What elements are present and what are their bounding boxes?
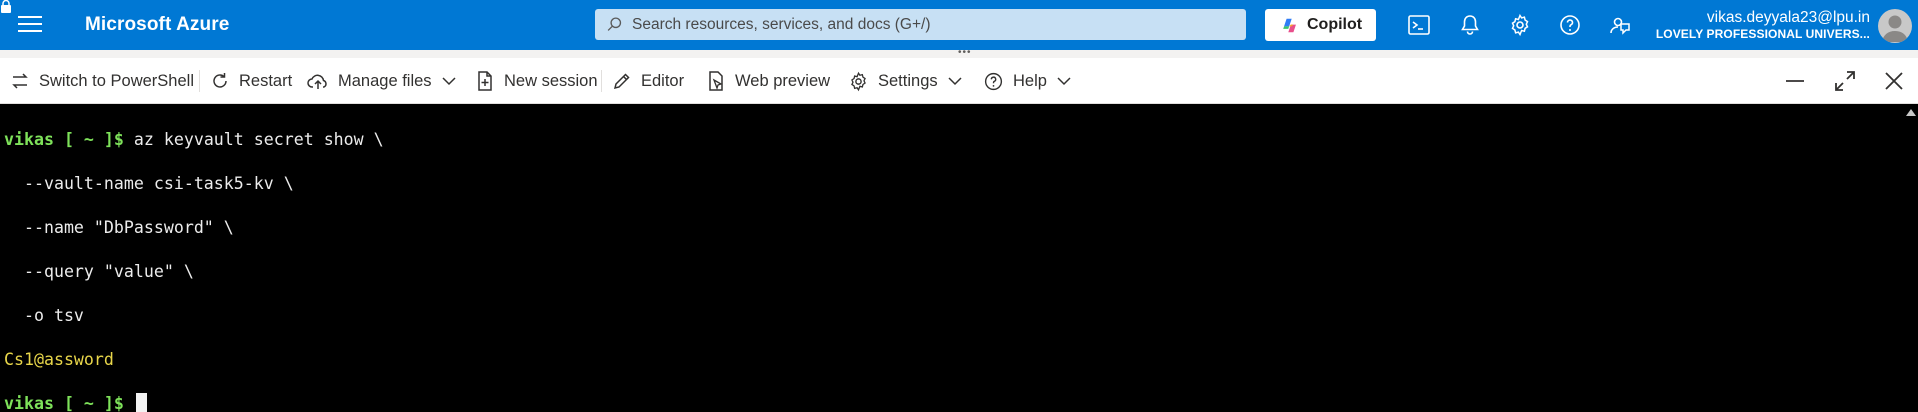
command-text: --query "value" \ bbox=[4, 262, 194, 281]
copilot-label: Copilot bbox=[1307, 16, 1363, 33]
web-preview-label: Web preview bbox=[735, 71, 831, 90]
command-text: az keyvault secret show \ bbox=[123, 130, 384, 149]
azure-top-bar: Microsoft Azure Search resources, servic… bbox=[0, 0, 1918, 50]
terminal-line: -o tsv bbox=[4, 305, 1904, 327]
settings-button[interactable]: Settings bbox=[848, 58, 962, 104]
command-output: Cs1@assword bbox=[4, 350, 114, 369]
command-text: -o tsv bbox=[4, 306, 84, 325]
bell-icon[interactable] bbox=[1458, 13, 1482, 37]
terminal-cursor[interactable] bbox=[135, 393, 147, 412]
manage-files-label: Manage files bbox=[338, 71, 432, 90]
shell-prompt: vikas [ ~ ]$ bbox=[4, 130, 124, 149]
brand-title[interactable]: Microsoft Azure bbox=[85, 14, 229, 36]
settings-label: Settings bbox=[878, 71, 938, 90]
close-icon[interactable] bbox=[1882, 69, 1906, 93]
restart-icon bbox=[213, 73, 227, 88]
help-icon[interactable] bbox=[1558, 13, 1582, 37]
new-session-icon bbox=[478, 71, 492, 91]
editor-label: Editor bbox=[641, 71, 685, 90]
web-preview-button[interactable]: Web preview bbox=[706, 58, 830, 104]
terminal-line: --name "DbPassword" \ bbox=[4, 217, 1904, 239]
manage-files-button[interactable]: Manage files bbox=[307, 58, 456, 104]
help-circle-icon bbox=[984, 72, 1003, 90]
cloud-upload-icon bbox=[307, 74, 327, 89]
user-name: vikas.deyyala23@lpu.in bbox=[1706, 9, 1870, 26]
chevron-down-icon bbox=[948, 77, 962, 86]
pencil-icon bbox=[613, 73, 630, 90]
search-input[interactable]: Search resources, services, and docs (G+… bbox=[595, 9, 1246, 40]
copilot-icon bbox=[1283, 18, 1296, 33]
hamburger-menu-icon[interactable] bbox=[18, 16, 42, 34]
restart-button[interactable]: Restart bbox=[210, 58, 292, 104]
search-placeholder: Search resources, services, and docs (G+… bbox=[632, 16, 931, 33]
minimize-icon[interactable] bbox=[1783, 69, 1807, 93]
cloud-shell-icon[interactable] bbox=[1407, 13, 1431, 37]
maximize-icon[interactable] bbox=[1833, 69, 1857, 93]
resize-grip-icon[interactable]: ••• bbox=[958, 48, 972, 58]
search-icon bbox=[607, 17, 622, 31]
switch-arrows-icon bbox=[12, 73, 28, 89]
user-tenant: LOVELY PROFESSIONAL UNIVERS... bbox=[1655, 27, 1870, 41]
terminal-output[interactable]: vikas [ ~ ]$ az keyvault secret show \ -… bbox=[0, 105, 1904, 412]
feedback-icon[interactable] bbox=[1608, 13, 1632, 37]
user-avatar-icon bbox=[1882, 15, 1908, 42]
shell-prompt: vikas [ ~ ]$ bbox=[4, 394, 124, 412]
gear-icon[interactable] bbox=[1508, 13, 1532, 37]
web-preview-icon bbox=[709, 71, 723, 91]
toolbar-divider bbox=[199, 70, 200, 92]
terminal-line: vikas [ ~ ]$ bbox=[4, 393, 1904, 412]
new-session-label: New session bbox=[504, 71, 598, 90]
terminal-line: --vault-name csi-task5-kv \ bbox=[4, 173, 1904, 195]
cloud-shell-resize-strip[interactable]: ••• bbox=[0, 48, 1918, 58]
help-menu-button[interactable]: Help bbox=[983, 58, 1071, 104]
terminal-line: Cs1@assword bbox=[4, 349, 1904, 371]
user-account[interactable]: vikas.deyyala23@lpu.in LOVELY PROFESSION… bbox=[1656, 9, 1870, 42]
switch-to-powershell-button[interactable]: Switch to PowerShell bbox=[10, 58, 194, 104]
settings-gear-icon bbox=[851, 71, 866, 91]
help-label: Help bbox=[1013, 71, 1047, 90]
terminal-scrollbar[interactable] bbox=[1904, 105, 1918, 412]
scroll-up-arrow-icon[interactable] bbox=[1906, 109, 1916, 116]
terminal-line: --query "value" \ bbox=[4, 261, 1904, 283]
terminal-line: vikas [ ~ ]$ az keyvault secret show \ bbox=[4, 129, 1904, 151]
command-text: --vault-name csi-task5-kv \ bbox=[4, 174, 294, 193]
editor-button[interactable]: Editor bbox=[612, 58, 684, 104]
restart-label: Restart bbox=[239, 71, 293, 90]
command-text: --name "DbPassword" \ bbox=[4, 218, 234, 237]
switch-to-powershell-label: Switch to PowerShell bbox=[39, 71, 194, 90]
cloud-shell-toolbar: Switch to PowerShell Restart Manage file… bbox=[0, 58, 1918, 104]
lock-icon bbox=[1, 0, 11, 13]
toolbar-divider bbox=[601, 70, 602, 92]
chevron-down-icon bbox=[1057, 77, 1071, 86]
copilot-button[interactable]: Copilot bbox=[1265, 9, 1376, 41]
new-session-button[interactable]: New session bbox=[475, 58, 598, 104]
chevron-down-icon bbox=[442, 77, 456, 86]
avatar[interactable] bbox=[1878, 9, 1912, 43]
